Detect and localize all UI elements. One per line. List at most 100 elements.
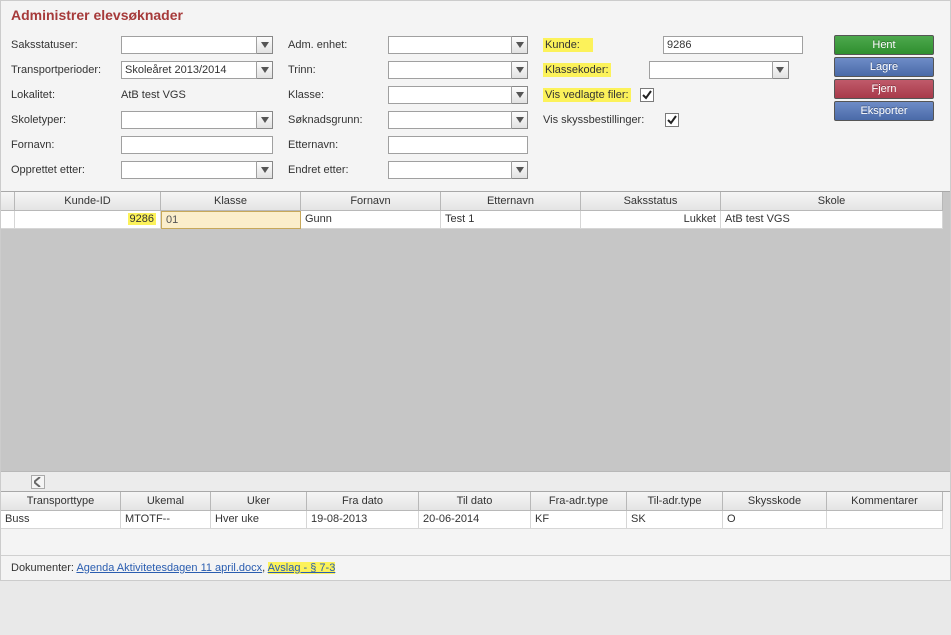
cell-klasse[interactable]: 01 (161, 211, 301, 229)
documents-label: Dokumenter: (11, 562, 74, 574)
chevron-down-icon[interactable] (512, 61, 528, 79)
col-transporttype[interactable]: Transporttype (1, 492, 121, 511)
grid-body: 9286 01 Gunn Test 1 Lukket AtB test VGS (1, 211, 950, 471)
transportperioder-label: Transportperioder: (11, 64, 121, 76)
chevron-down-icon[interactable] (512, 161, 528, 179)
opprettet-etter-combo[interactable] (121, 161, 273, 179)
grid-header: Kunde-ID Klasse Fornavn Etternavn Saksst… (1, 192, 950, 211)
klassekoder-input[interactable] (649, 61, 773, 79)
cell-til-adr: SK (627, 511, 723, 529)
endret-etter-combo[interactable] (388, 161, 528, 179)
doc-separator: , (262, 562, 268, 574)
skoletyper-label: Skoletyper: (11, 114, 121, 126)
page: Administrer elevsøknader Saksstatuser: A… (0, 0, 951, 581)
kunde-label: Kunde: (543, 38, 593, 52)
lokalitet-label: Lokalitet: (11, 89, 121, 101)
chevron-down-icon[interactable] (257, 161, 273, 179)
chevron-down-icon[interactable] (257, 61, 273, 79)
col-til-dato[interactable]: Til dato (419, 492, 531, 511)
cell-etternavn: Test 1 (441, 211, 581, 229)
table-row[interactable]: Buss MTOTF-- Hver uke 19-08-2013 20-06-2… (1, 511, 950, 529)
vis-skyssbestillinger-label: Vis skyssbestillinger: (543, 114, 663, 126)
adm-enhet-label: Adm. enhet: (288, 39, 388, 51)
lokalitet-value: AtB test VGS (121, 89, 273, 101)
detail-grid-body: Buss MTOTF-- Hver uke 19-08-2013 20-06-2… (1, 511, 950, 555)
lagre-button[interactable]: Lagre (834, 57, 934, 77)
col-til-adr[interactable]: Til-adr.type (627, 492, 723, 511)
hent-button[interactable]: Hent (834, 35, 934, 55)
cell-fra-adr: KF (531, 511, 627, 529)
chevron-down-icon[interactable] (512, 36, 528, 54)
cell-saksstatus: Lukket (581, 211, 721, 229)
col-skysskode[interactable]: Skysskode (723, 492, 827, 511)
soknadsgrunn-combo[interactable] (388, 111, 528, 129)
col-fra-dato[interactable]: Fra dato (307, 492, 419, 511)
saksstatuser-input[interactable] (121, 36, 257, 54)
col-klasse[interactable]: Klasse (161, 192, 301, 211)
documents-bar: Dokumenter: Agenda Aktivitetesdagen 11 a… (1, 555, 950, 580)
vis-vedlagte-filer-label: Vis vedlagte filer: (543, 88, 631, 102)
cell-ukemal: MTOTF-- (121, 511, 211, 529)
soknadsgrunn-input[interactable] (388, 111, 512, 129)
kunde-input[interactable] (663, 36, 803, 54)
etternavn-input[interactable] (388, 136, 528, 154)
document-link[interactable]: Agenda Aktivitetesdagen 11 april.docx (76, 562, 262, 574)
fjern-button[interactable]: Fjern (834, 79, 934, 99)
chevron-down-icon[interactable] (512, 86, 528, 104)
chevron-left-icon[interactable] (31, 475, 45, 489)
col-etternavn[interactable]: Etternavn (441, 192, 581, 211)
cell-kunde-id: 9286 (128, 213, 156, 225)
col-uker[interactable]: Uker (211, 492, 307, 511)
cell-til-dato: 20-06-2014 (419, 511, 531, 529)
chevron-down-icon[interactable] (512, 111, 528, 129)
row-selector-cell[interactable] (1, 211, 15, 229)
col-skole[interactable]: Skole (721, 192, 943, 211)
kunde-field[interactable] (663, 36, 803, 54)
table-row[interactable]: 9286 01 Gunn Test 1 Lukket AtB test VGS (1, 211, 950, 229)
fornavn-input[interactable] (121, 136, 273, 154)
skoletyper-input[interactable] (121, 111, 257, 129)
chevron-down-icon[interactable] (257, 111, 273, 129)
col-fra-adr[interactable]: Fra-adr.type (531, 492, 627, 511)
vis-vedlagte-filer-checkbox[interactable] (640, 88, 654, 102)
klasse-input[interactable] (388, 86, 512, 104)
skoletyper-combo[interactable] (121, 111, 273, 129)
opprettet-etter-label: Opprettet etter: (11, 164, 121, 176)
endret-etter-label: Endret etter: (288, 164, 388, 176)
chevron-down-icon[interactable] (773, 61, 789, 79)
document-link[interactable]: Avslag - § 7-3 (268, 562, 336, 574)
trinn-input[interactable] (388, 61, 512, 79)
cell-kommentarer (827, 511, 943, 529)
filter-panel: Saksstatuser: Adm. enhet: Kunde: (1, 29, 950, 191)
col-kunde-id[interactable]: Kunde-ID (15, 192, 161, 211)
action-buttons: Hent Lagre Fjern Eksporter (834, 33, 940, 133)
detail-grid: Transporttype Ukemal Uker Fra dato Til d… (1, 491, 950, 555)
klassekoder-combo[interactable] (649, 61, 789, 79)
opprettet-etter-input[interactable] (121, 161, 257, 179)
col-saksstatus[interactable]: Saksstatus (581, 192, 721, 211)
saksstatuser-combo[interactable] (121, 36, 273, 54)
trinn-label: Trinn: (288, 64, 388, 76)
endret-etter-input[interactable] (388, 161, 512, 179)
cell-skysskode: O (723, 511, 827, 529)
adm-enhet-combo[interactable] (388, 36, 528, 54)
saksstatuser-label: Saksstatuser: (11, 39, 121, 51)
horizontal-scroll[interactable] (1, 471, 950, 491)
row-selector-header (1, 192, 15, 211)
col-fornavn[interactable]: Fornavn (301, 192, 441, 211)
klassekoder-label: Klassekoder: (543, 63, 611, 77)
trinn-combo[interactable] (388, 61, 528, 79)
etternavn-label: Etternavn: (288, 139, 388, 151)
eksporter-button[interactable]: Eksporter (834, 101, 934, 121)
chevron-down-icon[interactable] (257, 36, 273, 54)
vis-skyssbestillinger-checkbox[interactable] (665, 113, 679, 127)
cell-skole: AtB test VGS (721, 211, 943, 229)
filter-row: Saksstatuser: Adm. enhet: Kunde: (11, 33, 834, 57)
klasse-combo[interactable] (388, 86, 528, 104)
transportperioder-input[interactable] (121, 61, 257, 79)
cell-fornavn: Gunn (301, 211, 441, 229)
adm-enhet-input[interactable] (388, 36, 512, 54)
col-ukemal[interactable]: Ukemal (121, 492, 211, 511)
transportperioder-combo[interactable] (121, 61, 273, 79)
col-kommentarer[interactable]: Kommentarer (827, 492, 943, 511)
